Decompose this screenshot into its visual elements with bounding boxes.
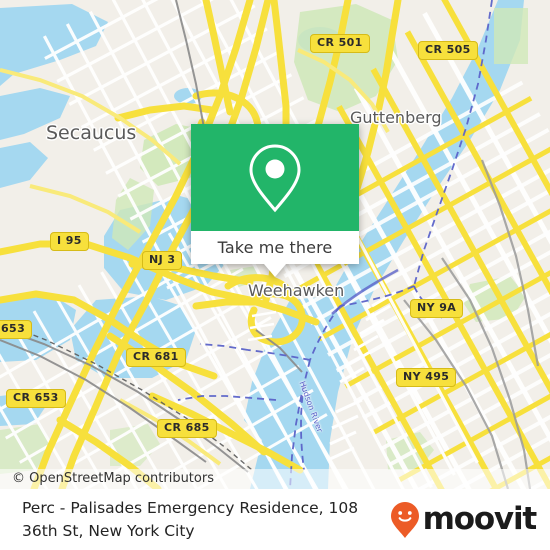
map-canvas[interactable]: Secaucus Guttenberg Weehawken CR 501 CR … xyxy=(0,0,550,489)
destination-popup-card[interactable]: Take me there xyxy=(191,124,359,277)
take-me-there-button[interactable]: Take me there xyxy=(191,231,359,277)
take-me-there-label: Take me there xyxy=(217,238,333,257)
popup-pointer-tail xyxy=(264,264,286,277)
moovit-map-screenshot: Secaucus Guttenberg Weehawken CR 501 CR … xyxy=(0,0,550,550)
location-title: Perc - Palisades Emergency Residence, 10… xyxy=(22,498,359,540)
map-pin-icon xyxy=(249,143,301,212)
moovit-wordmark: moovit xyxy=(422,501,538,537)
popup-pin-area xyxy=(191,124,359,231)
osm-attribution[interactable]: © OpenStreetMap contributors xyxy=(0,469,550,489)
moovit-smiley-pin-icon xyxy=(390,501,419,538)
footer-bar: Perc - Palisades Emergency Residence, 10… xyxy=(0,489,550,550)
moovit-brand[interactable]: moovit xyxy=(390,501,538,539)
